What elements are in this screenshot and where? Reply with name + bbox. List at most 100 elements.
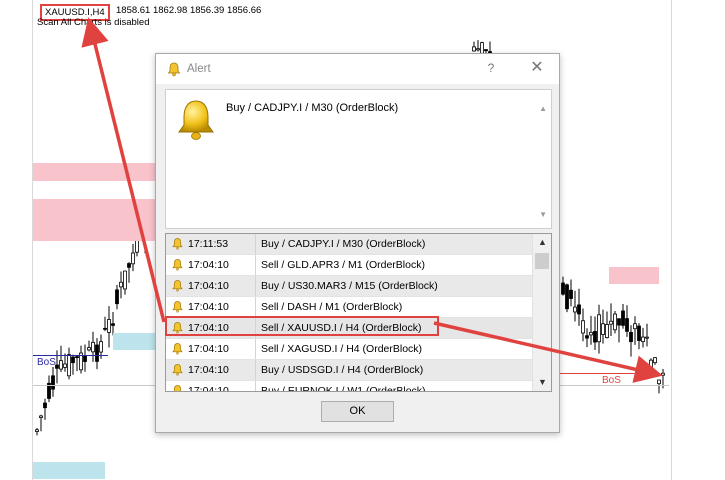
candle-body [115, 289, 119, 305]
bell-icon [172, 322, 183, 334]
candle-body [51, 375, 55, 390]
candle-body [43, 402, 47, 409]
screenshot: BoS BoS XAUUSD.I,H4 1858.61 1862.98 1856… [0, 0, 725, 480]
candle-body [617, 318, 621, 326]
bos-left-label: BoS [37, 357, 56, 368]
bell-icon [172, 343, 183, 355]
column-divider [255, 360, 256, 380]
candle-body [561, 282, 565, 295]
candle-body [75, 356, 79, 359]
candle-body [633, 323, 637, 330]
alert-message-panel[interactable]: Buy / CADJPY.I / M30 (OrderBlock) ▲ ▼ [165, 89, 552, 229]
candle-body [649, 359, 653, 371]
candle-body [585, 335, 589, 339]
candle-body [645, 336, 649, 339]
candle-body [39, 415, 43, 418]
supply-zone-right [609, 267, 659, 284]
close-button[interactable]: ✕ [528, 59, 546, 77]
column-divider [255, 297, 256, 317]
candle-body [581, 320, 585, 334]
alert-dialog: Alert ? ✕ Buy / CADJPY.I / M30 (OrderBlo… [155, 53, 560, 433]
scroll-up-icon[interactable]: ▲ [539, 104, 547, 113]
list-item[interactable]: 17:04:10 Buy / US30.MAR3 / M15 (OrderBloc… [166, 276, 532, 297]
candle-body [59, 360, 63, 370]
candle-body [593, 331, 597, 343]
dialog-titlebar[interactable]: Alert ? ✕ [156, 54, 559, 84]
alert-time: 17:04:10 [188, 301, 229, 313]
bell-icon [172, 280, 183, 292]
alert-time: 17:04:10 [188, 364, 229, 376]
alert-text: Buy / USDSGD.I / H4 (OrderBlock) [261, 364, 424, 376]
candle-body [484, 49, 488, 52]
candle-body [107, 319, 111, 333]
list-item[interactable]: 17:11:53 Buy / CADJPY.I / M30 (OrderBlock… [166, 234, 532, 255]
list-scrollbar[interactable]: ▲ ▼ [532, 234, 551, 391]
alert-time: 17:04:10 [188, 280, 229, 292]
bell-icon [172, 364, 183, 376]
candle-body [605, 324, 609, 338]
ohlc-values: 1858.61 1862.98 1856.39 1856.66 [116, 5, 262, 16]
list-item[interactable]: 17:04:10 Buy / EURNOK.I / W1 (OrderBlock) [166, 381, 532, 392]
scan-status-text: Scan All Charts is disabled [37, 17, 150, 28]
candle-body [653, 357, 657, 364]
alert-text: Buy / CADJPY.I / M30 (OrderBlock) [261, 238, 426, 250]
alert-text: Sell / GLD.APR3 / M1 (OrderBlock) [261, 259, 425, 271]
column-divider [255, 381, 256, 391]
bell-icon [173, 385, 182, 391]
scrollbar-thumb[interactable] [535, 253, 549, 269]
demand-zone-bottom [33, 462, 105, 479]
candle-body [95, 344, 99, 362]
candle-body [589, 331, 593, 336]
alert-time: 17:11:53 [188, 238, 229, 250]
alert-text: Sell / XAUUSD.I / H4 (OrderBlock) [261, 322, 422, 334]
column-divider [255, 318, 256, 338]
alert-history-list[interactable]: 17:11:53 Buy / CADJPY.I / M30 (OrderBlock… [165, 233, 552, 392]
list-item[interactable]: 17:04:10 Sell / XAGUSD.I / H4 (OrderBlock… [166, 339, 532, 360]
column-divider [255, 276, 256, 296]
help-button[interactable]: ? [484, 61, 498, 77]
bell-icon [167, 62, 181, 77]
column-divider [255, 234, 256, 254]
dialog-title: Alert [187, 63, 211, 75]
candle-body [597, 314, 601, 343]
candle-body [573, 306, 577, 313]
candle-body [601, 323, 605, 335]
bell-icon [172, 301, 183, 313]
demand-zone-mid [113, 333, 156, 350]
scroll-down-icon[interactable]: ▼ [539, 210, 547, 219]
candle-body [35, 429, 39, 432]
supply-zone-upper [33, 163, 156, 181]
list-item[interactable]: 17:04:10 Sell / XAUUSD.I / H4 (OrderBlock… [166, 318, 532, 339]
list-item[interactable]: 17:04:10 Sell / DASH / M1 (OrderBlock) [166, 297, 532, 318]
scroll-down-icon[interactable]: ▼ [533, 374, 551, 391]
candle-body [641, 336, 645, 342]
alert-text: Buy / US30.MAR3 / M15 (OrderBlock) [261, 280, 438, 292]
alert-text: Sell / DASH / M1 (OrderBlock) [261, 301, 403, 313]
scroll-up-icon[interactable]: ▲ [533, 234, 551, 251]
candle-body [625, 318, 629, 332]
bos-right-label: BoS [602, 375, 621, 386]
candle-body [629, 331, 633, 343]
alert-rows: 17:11:53 Buy / CADJPY.I / M30 (OrderBlock… [166, 234, 532, 392]
alert-text: Sell / XAGUSD.I / H4 (OrderBlock) [261, 343, 423, 355]
bell-icon [172, 259, 183, 271]
alert-time: 17:04:10 [188, 259, 229, 271]
candle-body [123, 270, 127, 290]
candle-body [565, 284, 569, 310]
candle-body [131, 252, 135, 265]
candle-body [103, 327, 107, 330]
ok-button[interactable]: OK [321, 401, 394, 422]
candle-body [99, 341, 103, 353]
candle-body [657, 379, 661, 385]
candle-body [621, 310, 625, 326]
list-item[interactable]: 17:04:10 Buy / USDSGD.I / H4 (OrderBlock) [166, 360, 532, 381]
alert-time: 17:04:10 [188, 385, 229, 392]
candle-body [609, 320, 613, 325]
bell-icon [178, 100, 214, 140]
bos-right-line [558, 373, 658, 374]
alert-time: 17:04:10 [188, 343, 229, 355]
candle-body [111, 323, 115, 326]
candle-body [637, 325, 641, 341]
candle-body [569, 289, 573, 299]
list-item[interactable]: 17:04:10 Sell / GLD.APR3 / M1 (OrderBlock… [166, 255, 532, 276]
